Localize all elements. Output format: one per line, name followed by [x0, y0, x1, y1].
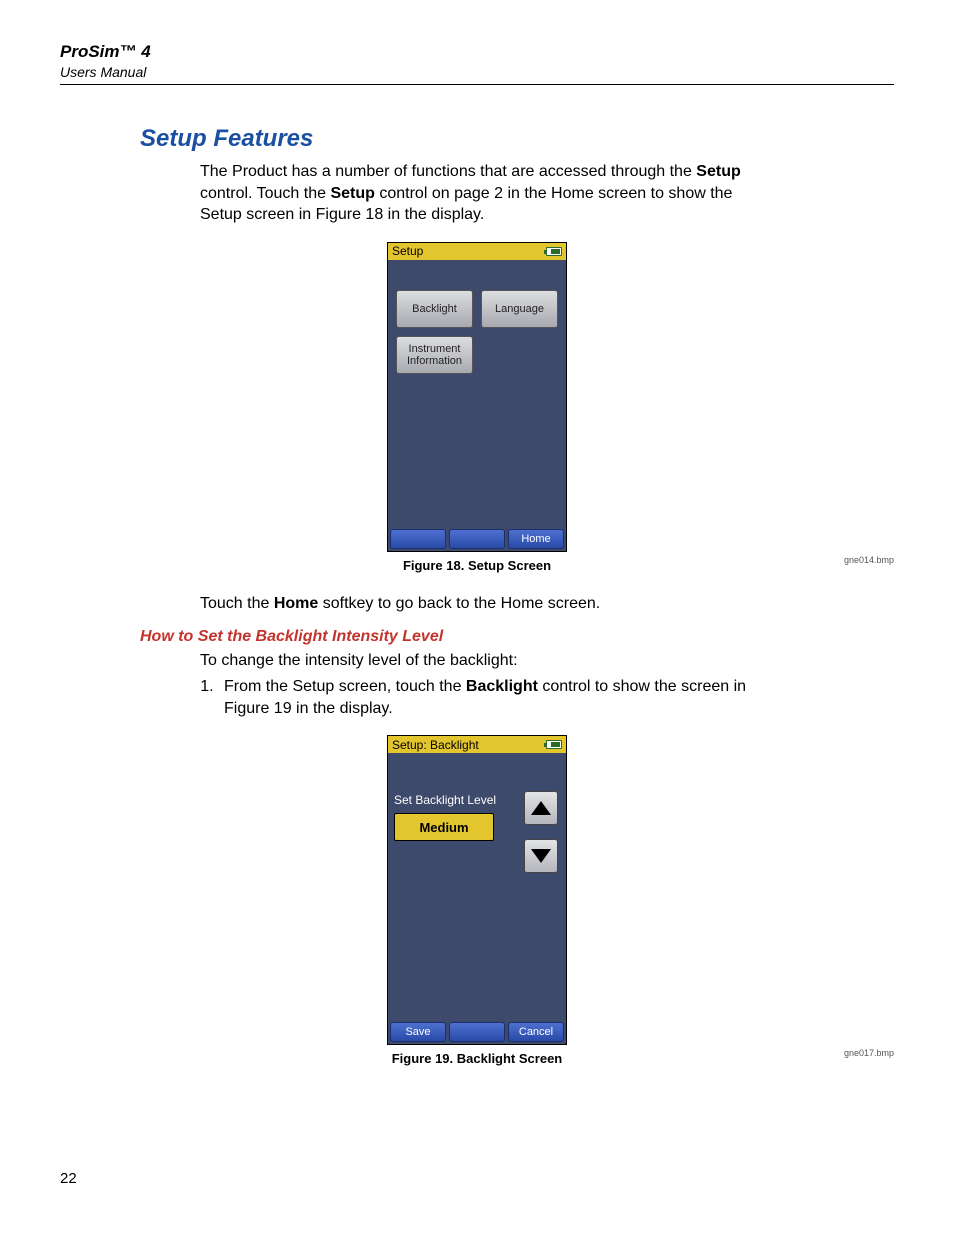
mid-text-1: Touch the [200, 595, 274, 612]
language-button-label: Language [495, 303, 544, 315]
header-rule [60, 84, 894, 85]
arrow-up-button[interactable] [524, 791, 558, 825]
step-1: From the Setup screen, touch the Backlig… [218, 676, 774, 719]
page-number: 22 [60, 1170, 77, 1187]
step1-bold-1: Backlight [466, 678, 538, 695]
instrument-info-label: Instrument Information [407, 343, 462, 367]
mid-text-2: softkey to go back to the Home screen. [318, 595, 600, 612]
intro-text-1: The Product has a number of functions th… [200, 163, 696, 180]
intro-paragraph: The Product has a number of functions th… [200, 161, 774, 226]
section-heading: Setup Features [140, 125, 894, 153]
step1-text-1: From the Setup screen, touch the [224, 678, 466, 695]
softkey-mid-2[interactable] [449, 1022, 505, 1042]
language-button[interactable]: Language [481, 290, 558, 328]
device-title-2: Setup: Backlight [392, 738, 479, 752]
softkey-save-label: Save [405, 1026, 430, 1038]
intro-bold-2: Setup [330, 185, 374, 202]
device-body: Backlight Language Instrument Informatio… [388, 260, 566, 527]
device-titlebar-2: Setup: Backlight [388, 736, 566, 753]
mid-paragraph: Touch the Home softkey to go back to the… [200, 593, 774, 615]
sub-heading: How to Set the Backlight Intensity Level [140, 628, 894, 646]
triangle-down-icon [531, 849, 551, 863]
instrument-info-button[interactable]: Instrument Information [396, 336, 473, 374]
battery-icon [546, 247, 562, 256]
softkey-home[interactable]: Home [508, 529, 564, 549]
intro-text-2: control. Touch the [200, 185, 330, 202]
softkey-cancel[interactable]: Cancel [508, 1022, 564, 1042]
device-body-2: Set Backlight Level Medium [388, 753, 566, 1020]
softkey-mid[interactable] [449, 529, 505, 549]
device-softkey-row: Home [388, 527, 566, 551]
softkey-save[interactable]: Save [390, 1022, 446, 1042]
figure-18-bmp: gne014.bmp [844, 555, 894, 565]
page-header: ProSim™ 4 Users Manual [60, 42, 894, 80]
softkey-left[interactable] [390, 529, 446, 549]
intro-bold-1: Setup [696, 163, 740, 180]
header-subtitle: Users Manual [60, 64, 894, 80]
mid-bold-1: Home [274, 595, 318, 612]
triangle-up-icon [531, 801, 551, 815]
sub-intro: To change the intensity level of the bac… [200, 650, 774, 719]
backlight-button-label: Backlight [412, 303, 457, 315]
setup-screen-device: Setup Backlight Language Instrument Info… [387, 242, 567, 552]
figure-19-row: Setup: Backlight Set Backlight Level Med… [60, 735, 894, 1066]
figure-19-bmp: gne017.bmp [844, 1048, 894, 1058]
device-title: Setup [392, 244, 423, 258]
backlight-value-text: Medium [419, 820, 468, 835]
device-softkey-row-2: Save Cancel [388, 1020, 566, 1044]
arrow-down-button[interactable] [524, 839, 558, 873]
battery-icon [546, 740, 562, 749]
softkey-cancel-label: Cancel [519, 1026, 553, 1038]
figure-18-row: Setup Backlight Language Instrument Info… [60, 242, 894, 573]
sub-intro-text: To change the intensity level of the bac… [200, 650, 774, 672]
figure-19-caption: Figure 19. Backlight Screen [387, 1051, 567, 1066]
backlight-button[interactable]: Backlight [396, 290, 473, 328]
backlight-screen-device: Setup: Backlight Set Backlight Level Med… [387, 735, 567, 1045]
header-title: ProSim™ 4 [60, 42, 894, 62]
device-titlebar: Setup [388, 243, 566, 260]
backlight-level-value[interactable]: Medium [394, 813, 494, 841]
softkey-home-label: Home [521, 533, 550, 545]
figure-18-caption: Figure 18. Setup Screen [387, 558, 567, 573]
